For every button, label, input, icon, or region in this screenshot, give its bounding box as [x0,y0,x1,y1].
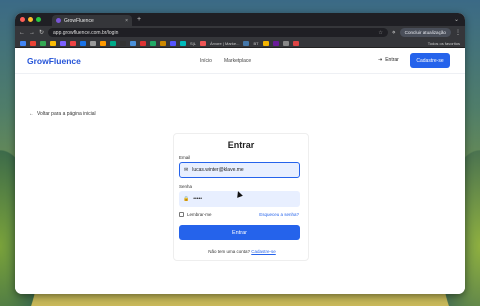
bookmark-icon[interactable] [170,40,176,46]
arrow-left-icon: ← [29,111,34,117]
address-bar[interactable]: app.growfluence.com.br/login ☆ [48,28,388,37]
favicon-icon [56,18,61,23]
remember-me-checkbox[interactable]: Lembrar-me [179,212,212,217]
nav-login-link[interactable]: ⇥ Entrar [378,57,399,63]
email-label: Email [179,155,191,160]
extensions-icon[interactable]: ⋄ [392,29,396,36]
bookmark-icon[interactable] [199,40,206,46]
bookmark-icon[interactable] [140,40,146,46]
bookmark-icon[interactable] [243,40,250,46]
checkbox-box[interactable] [179,212,184,217]
tab-title: GrowFluence [64,17,94,24]
url-text: app.growfluence.com.br/login [53,29,119,36]
email-value: lucas.winter@klave.me [192,167,244,173]
forward-icon[interactable]: → [29,30,35,36]
submit-login-button[interactable]: Entrar [179,225,300,240]
all-bookmarks[interactable]: Todos os favoritos [428,41,460,46]
bookmark-icon[interactable] [20,40,26,46]
bookmark-text[interactable]: Árvore | Marke... [210,41,240,46]
bookmark-text[interactable]: S|L [190,41,196,46]
bookmark-icon[interactable] [50,40,56,46]
mail-icon: ✉ [184,167,189,173]
no-account-text: Não tem uma conta? [208,249,250,254]
bookmark-icon[interactable] [110,40,116,46]
bookmark-icon[interactable] [60,40,66,46]
email-field[interactable]: ✉ lucas.winter@klave.me [179,162,300,178]
password-label: Senha [179,184,193,189]
toolbar: ← → ↻ app.growfluence.com.br/login ☆ ⋄ C… [15,26,465,39]
update-button[interactable]: Concluir atualização [399,28,451,37]
nav-links: Início Marketplace [200,58,251,64]
bookmark-icon[interactable] [30,40,36,46]
tab-search-icon[interactable]: ⌄ [454,16,459,23]
bookmark-icon[interactable] [272,40,279,46]
bookmark-icon[interactable] [130,40,136,46]
password-value: ••••• [193,196,202,202]
bookmark-icon[interactable] [100,40,106,46]
nav-login-label: Entrar [385,57,399,63]
bookmark-text[interactable]: BT [253,41,258,46]
browser-window: GrowFluence × + ⌄ ← → ↻ app.growfluence.… [15,13,465,294]
brand-logo[interactable]: GrowFluence [27,56,81,66]
bookmark-icon[interactable] [180,40,186,46]
maximize-window-button[interactable] [36,17,41,22]
bookmark-icon[interactable] [120,40,126,46]
login-card: Entrar Email ✉ lucas.winter@klave.me Sen… [173,133,309,261]
remember-label: Lembrar-me [187,212,212,217]
tab-close-icon[interactable]: × [125,18,128,24]
back-icon[interactable]: ← [19,30,25,36]
new-tab-button[interactable]: + [137,16,141,23]
back-link-label: Voltar para a página inicial [37,111,96,117]
browser-tab[interactable]: GrowFluence × [52,15,132,26]
forgot-password-link[interactable]: Esqueceu a senha? [259,212,299,217]
bookmark-icon[interactable] [292,40,299,46]
minimize-window-button[interactable] [28,17,33,22]
reload-icon[interactable]: ↻ [39,29,44,36]
back-link[interactable]: ← Voltar para a página inicial [29,111,96,117]
signup-button[interactable]: Cadastre-se [410,53,450,68]
bookmark-icon[interactable] [262,40,269,46]
bookmark-star-icon[interactable]: ☆ [378,30,382,36]
signup-link[interactable]: Cadastre-se [251,249,276,254]
lock-icon: 🔒 [183,196,190,202]
signup-prompt: Não tem uma conta? Cadastre-se [174,249,310,254]
tab-bar: GrowFluence × + ⌄ [15,13,465,26]
page-content: GrowFluence Início Marketplace ⇥ Entrar … [15,48,465,294]
bookmark-icon[interactable] [282,40,289,46]
bookmark-icon[interactable] [90,40,96,46]
login-title: Entrar [227,140,255,150]
nav-link-marketplace[interactable]: Marketplace [224,58,251,64]
bookmark-icon[interactable] [70,40,76,46]
bookmark-icon[interactable] [40,40,46,46]
bookmarks-bar: S|L Árvore | Marke... BT Todos os favori… [15,39,465,48]
close-window-button[interactable] [20,17,25,22]
login-arrow-icon: ⇥ [378,57,383,63]
nav-link-home[interactable]: Início [200,58,212,64]
bookmark-icon[interactable] [150,40,156,46]
bookmark-icon[interactable] [80,40,86,46]
bookmark-icon[interactable] [160,40,166,46]
menu-icon[interactable]: ⋮ [455,29,461,36]
